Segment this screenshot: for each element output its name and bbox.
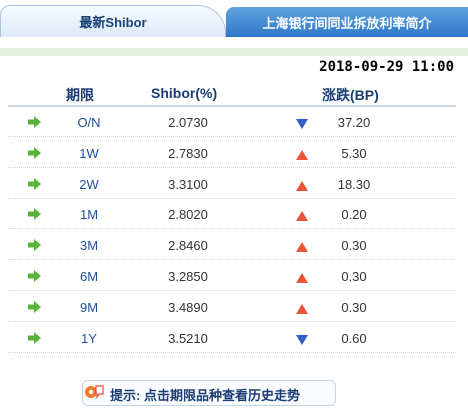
red-up-triangle-icon bbox=[296, 179, 308, 191]
bp-change-value: 37.20 bbox=[337, 115, 371, 130]
green-right-arrow-icon bbox=[28, 208, 41, 221]
bp-change-value: 18.30 bbox=[337, 176, 371, 192]
rate-value: 2.8460 bbox=[168, 238, 208, 254]
bp-change-value: 0.30 bbox=[341, 299, 367, 315]
green-right-arrow-icon bbox=[28, 300, 41, 313]
table-row[interactable]: 2W 3.3100 18.30 bbox=[8, 169, 456, 199]
rate-value: 3.2850 bbox=[168, 269, 208, 284]
table-row[interactable]: 9M 3.4890 0.30 bbox=[8, 292, 456, 322]
rate-value: 2.0730 bbox=[168, 115, 208, 130]
term-link[interactable]: 3M bbox=[64, 238, 114, 253]
green-right-arrow-icon bbox=[28, 146, 41, 159]
rate-value: 3.4890 bbox=[168, 299, 208, 315]
table-row[interactable]: O/N 2.0730 37.20 bbox=[8, 107, 456, 137]
red-up-triangle-icon bbox=[296, 271, 308, 283]
tip-text: 提示: 点击期限品种查看历史走势 bbox=[110, 385, 300, 404]
table-header: 期限 Shibor(%) 涨跌(BP) bbox=[0, 80, 468, 106]
tab-bar: 最新Shibor 上海银行间同业拆放利率简介 bbox=[0, 0, 468, 37]
bp-change-value: 0.30 bbox=[341, 269, 367, 284]
header-term: 期限 bbox=[66, 87, 94, 103]
green-right-arrow-icon bbox=[28, 331, 41, 344]
rate-value: 3.3100 bbox=[168, 176, 208, 192]
term-link[interactable]: 1W bbox=[64, 146, 114, 161]
term-link[interactable]: 2W bbox=[64, 177, 114, 192]
bp-change-value: 0.30 bbox=[341, 238, 367, 254]
red-up-triangle-icon bbox=[296, 209, 308, 222]
bp-change-value: 0.60 bbox=[341, 330, 367, 346]
red-up-triangle-icon bbox=[296, 302, 308, 314]
rate-value: 2.7830 bbox=[168, 145, 208, 161]
header-rate: Shibor(%) bbox=[151, 85, 218, 101]
term-link[interactable]: O/N bbox=[64, 115, 114, 130]
table-row[interactable]: 6M 3.2850 0.30 bbox=[8, 261, 456, 291]
green-right-arrow-icon bbox=[28, 270, 41, 282]
tab-shibor-intro[interactable]: 上海银行间同业拆放利率简介 bbox=[226, 7, 468, 37]
tab-latest-shibor[interactable]: 最新Shibor bbox=[0, 5, 226, 37]
tip-message: 点击期限品种查看历史走势 bbox=[143, 388, 300, 403]
hint-bubble-icon bbox=[84, 383, 104, 401]
table-row[interactable]: 1Y 3.5210 0.60 bbox=[8, 323, 456, 353]
tip-label: 提示: bbox=[110, 388, 141, 403]
term-link[interactable]: 9M bbox=[64, 300, 114, 315]
table-row[interactable]: 3M 2.8460 0.30 bbox=[8, 230, 456, 261]
green-right-arrow-icon bbox=[28, 116, 41, 128]
green-right-arrow-icon bbox=[28, 177, 41, 190]
red-up-triangle-icon bbox=[296, 240, 308, 253]
red-up-triangle-icon bbox=[296, 148, 308, 160]
header-change: 涨跌(BP) bbox=[322, 87, 379, 103]
rate-value: 3.5210 bbox=[168, 330, 208, 346]
term-link[interactable]: 6M bbox=[64, 269, 114, 284]
term-link[interactable]: 1Y bbox=[64, 331, 114, 346]
blue-down-triangle-icon bbox=[296, 117, 308, 129]
term-link[interactable]: 1M bbox=[64, 207, 114, 222]
bp-change-value: 5.30 bbox=[341, 145, 367, 161]
rate-value: 2.8020 bbox=[168, 207, 208, 223]
bp-change-value: 0.20 bbox=[341, 207, 367, 223]
table-row[interactable]: 1M 2.8020 0.20 bbox=[8, 199, 456, 230]
table-row[interactable]: 1W 2.7830 5.30 bbox=[8, 138, 456, 168]
divider-bar bbox=[0, 48, 468, 56]
blue-down-triangle-icon bbox=[296, 333, 308, 345]
green-right-arrow-icon bbox=[28, 239, 41, 252]
update-timestamp: 2018-09-29 11:00 bbox=[319, 59, 454, 75]
